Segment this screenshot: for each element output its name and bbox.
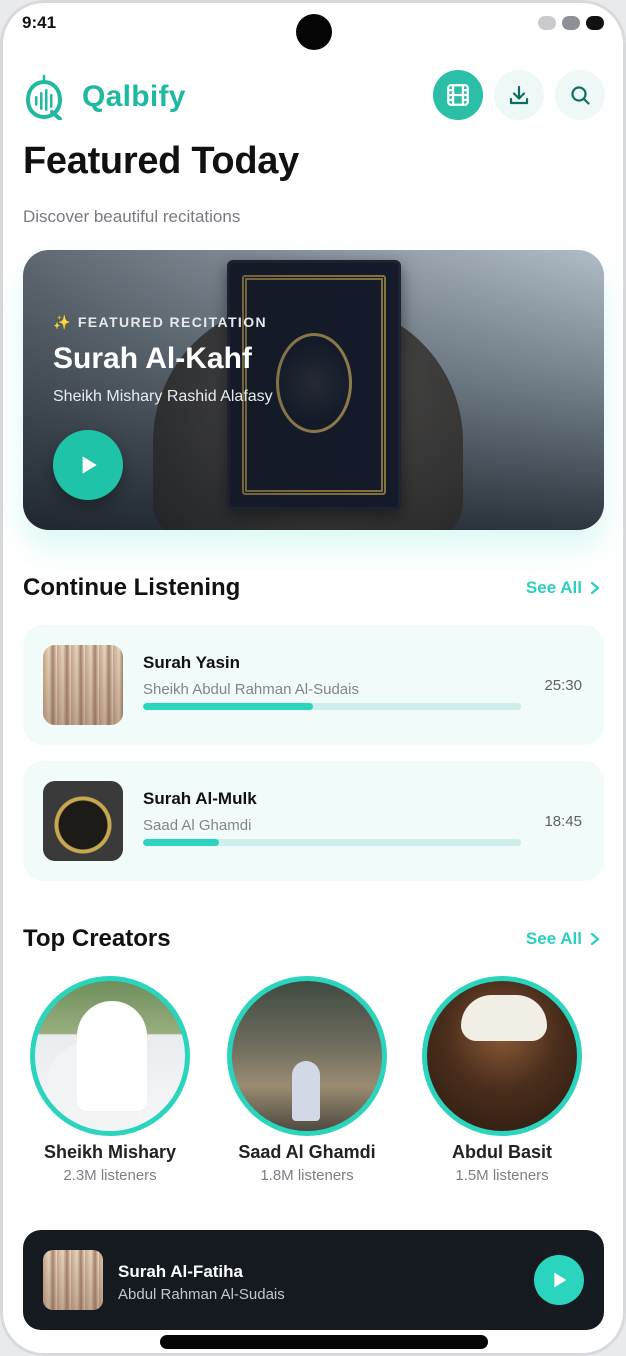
top-creators-title: Top Creators xyxy=(23,925,171,952)
track-time: 18:45 xyxy=(544,813,582,830)
wifi-icon xyxy=(562,16,580,30)
page-subtitle: Discover beautiful recitations xyxy=(23,207,241,226)
creator-name: Sheikh Mishary xyxy=(43,1142,177,1162)
home-indicator[interactable] xyxy=(160,1335,488,1349)
track-name: Surah Al-Mulk xyxy=(143,789,257,808)
chevron-right-icon xyxy=(590,932,600,946)
featured-tag-label: FEATURED RECITATION xyxy=(77,314,267,330)
creator-name: Saad Al Ghamdi xyxy=(238,1142,376,1162)
mini-player-thumbnail xyxy=(43,1250,103,1310)
creator-card[interactable]: Saad Al Ghamdi 1.8M listeners xyxy=(217,976,397,1184)
video-button[interactable] xyxy=(433,70,483,120)
track-artist: Saad Al Ghamdi xyxy=(143,817,252,834)
track-name: Surah Yasin xyxy=(143,653,241,672)
search-icon xyxy=(571,86,590,105)
creator-avatar xyxy=(30,976,190,1136)
progress-track xyxy=(143,839,521,846)
battery-icon xyxy=(586,16,604,30)
camera-notch xyxy=(296,14,332,50)
play-icon xyxy=(554,1272,567,1288)
creator-avatar xyxy=(227,976,387,1136)
status-bar: 9:41 xyxy=(0,0,626,50)
mini-player-artist: Abdul Rahman Al-Sudais xyxy=(118,1286,285,1303)
featured-card[interactable]: ✨ FEATURED RECITATION Surah Al-Kahf Sheik… xyxy=(23,250,604,530)
mini-player-play-button[interactable] xyxy=(534,1255,584,1305)
mosque-audio-logo-icon xyxy=(25,74,63,120)
creators-see-all-link[interactable]: See All xyxy=(526,929,600,949)
mini-player[interactable]: Surah Al-Fatiha Abdul Rahman Al-Sudais xyxy=(23,1230,604,1330)
creator-listeners: 1.5M listeners xyxy=(455,1167,549,1184)
continue-item-card[interactable]: Surah Al-Mulk Saad Al Ghamdi 18:45 xyxy=(23,761,604,881)
phone-screen: 9:41 Qalbify Featured Today Discover bea… xyxy=(0,0,626,1356)
download-icon xyxy=(509,85,529,105)
sparkle-icon: ✨ xyxy=(53,314,72,330)
creator-card[interactable]: Abdul Basit 1.5M listeners xyxy=(412,976,592,1184)
creator-avatar xyxy=(422,976,582,1136)
signal-icon xyxy=(538,16,556,30)
creator-name: Abdul Basit xyxy=(451,1142,552,1162)
continue-listening-title: Continue Listening xyxy=(23,574,241,601)
chevron-right-icon xyxy=(590,581,600,595)
search-button[interactable] xyxy=(555,70,605,120)
track-thumbnail xyxy=(43,645,123,725)
featured-play-button[interactable] xyxy=(53,430,123,500)
download-button[interactable] xyxy=(494,70,544,120)
track-time: 25:30 xyxy=(544,677,582,694)
track-thumbnail xyxy=(43,781,123,861)
creator-listeners: 2.3M listeners xyxy=(63,1167,157,1184)
app-header: Qalbify xyxy=(24,70,605,122)
see-all-label: See All xyxy=(525,578,582,597)
track-artist: Sheikh Abdul Rahman Al-Sudais xyxy=(143,681,359,698)
play-icon xyxy=(82,456,97,474)
creator-card[interactable]: Sheikh Mishary 2.3M listeners xyxy=(20,976,200,1184)
page-title: Featured Today xyxy=(23,140,299,182)
film-icon xyxy=(447,84,469,106)
continue-item-card[interactable]: Surah Yasin Sheikh Abdul Rahman Al-Sudai… xyxy=(23,625,604,745)
featured-tag: ✨ FEATURED RECITATION xyxy=(53,314,267,331)
creator-listeners: 1.8M listeners xyxy=(260,1167,354,1184)
progress-fill xyxy=(143,839,219,846)
continue-see-all-link[interactable]: See All xyxy=(526,578,600,598)
see-all-label: See All xyxy=(525,929,582,948)
brand-name: Qalbify xyxy=(82,80,186,113)
featured-title: Surah Al-Kahf xyxy=(53,342,252,375)
progress-fill xyxy=(143,703,314,710)
featured-reciter: Sheikh Mishary Rashid Alafasy xyxy=(53,388,273,405)
progress-track xyxy=(143,703,521,710)
status-time: 9:41 xyxy=(22,13,57,32)
status-indicators xyxy=(538,16,604,30)
mini-player-title: Surah Al-Fatiha xyxy=(118,1262,243,1281)
